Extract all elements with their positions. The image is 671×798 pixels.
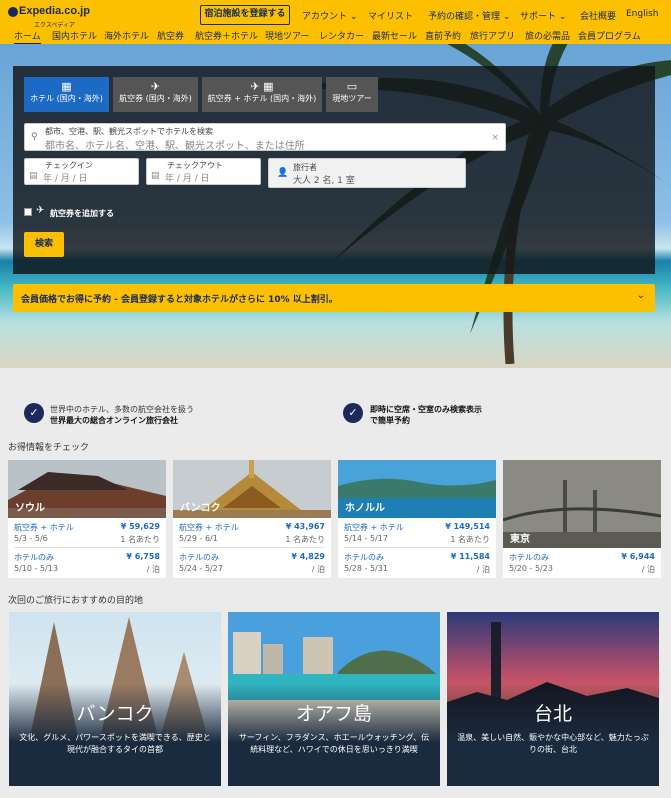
dest-card-taipei[interactable]: 台北 温泉、美しい自然、賑やかな中心部など、魅力たっぷりの街、台北 [447,612,659,786]
nav-support[interactable]: サポート ⌄ [520,9,566,22]
register-property-button[interactable]: 宿泊施設を登録する [200,5,290,25]
person-icon: 👤 [277,168,289,178]
secnav-domestic-hotels[interactable]: 国内ホテル [52,29,97,42]
secnav-last-minute[interactable]: 直前予約 [425,29,461,42]
chevron-down-icon: ⌄ [636,290,645,301]
secnav-essentials[interactable]: 旅の必需品 [525,29,570,42]
top-bar: Expedia.co.jp エクスペディア 宿泊施設を登録する アカウント ⌄ … [0,0,671,45]
plane-hotel-icon: ✈ ▦ [250,80,274,93]
add-flight-checkbox[interactable] [24,208,32,216]
secnav-flights[interactable]: 航空券 [157,29,184,42]
feature-2: 即時に空席・空室のみ検索表示 で簡単予約 [370,405,482,425]
check-icon: ✓ [343,403,363,423]
deal-card-honolulu[interactable]: ホノルル 航空券 + ホテル ¥ 149,514 5/14 - 5/17 1 名あた… [338,460,496,578]
member-price-banner[interactable]: 会員価格でお得に予約 - 会員登録すると対象ホテルがさらに 10% 以上割引。 … [13,284,655,312]
checkin-field[interactable]: チェックイン ▤ 年 / 月 / 日 [24,158,139,185]
travelers-field[interactable]: 👤 旅行者 大人 2 名, 1 室 [268,158,466,188]
tab-hotels[interactable]: ▦ ホテル (国内・海外) [24,77,109,112]
nav-english[interactable]: English [626,9,659,19]
secondary-nav: ホーム 国内ホテル 海外ホテル 航空券 航空券＋ホテル 現地ツアー レンタカー … [0,27,671,45]
tab-tours[interactable]: ▭ 現地ツアー [326,77,378,112]
deal-card-seoul[interactable]: ソウル 航空券 + ホテル ¥ 59,629 5/3 - 5/6 1 名あたり ホテ… [8,460,166,578]
feature-1: 世界中のホテル、多数の航空会社を扱う 世界最大の総合オンライン旅行会社 [50,405,194,425]
plane-icon: ✈ [36,205,45,216]
search-button[interactable]: 検索 [24,232,64,257]
secnav-app[interactable]: 旅行アプリ [470,29,515,42]
tab-flight-hotel[interactable]: ✈ ▦ 航空券 + ホテル (国内・海外) [202,77,322,112]
secnav-home[interactable]: ホーム [14,29,41,45]
nav-account[interactable]: アカウント ⌄ [302,9,357,22]
ticket-icon: ▭ [346,80,358,93]
deal-card-bangkok[interactable]: バンコク 航空券 + ホテル ¥ 43,967 5/29 - 6/1 1 名あたり … [173,460,331,578]
calendar-icon: ▤ [151,171,160,181]
tab-flights[interactable]: ✈ 航空券 (国内・海外) [113,77,198,112]
nav-my-list[interactable]: マイリスト [368,9,413,22]
add-flight-label: 航空券を追加する [50,209,114,218]
dest-card-oahu[interactable]: オアフ島 サーフィン、フラダンス、ホエールウォッチング、伝統料理など、ハワイでの… [228,612,440,786]
secnav-membership[interactable]: 会員プログラム [578,29,641,42]
calendar-icon: ▤ [29,171,38,181]
globe-icon [8,7,18,17]
deal-card-tokyo[interactable]: 東京 ホテルのみ ¥ 6,944 5/20 - 5/23/ 泊 [503,460,661,578]
check-icon: ✓ [24,403,44,423]
destination-input[interactable]: 都市、空港、駅、観光スポットでホテルを検索 都市名、ホテル名、空港、駅、観光スポ… [24,123,506,152]
plane-icon: ✈ [150,80,161,93]
clear-icon[interactable]: × [491,133,499,143]
dest-card-bangkok[interactable]: バンコク 文化、グルメ、パワースポットを満喫できる、歴史と現代が融合するタイの首… [9,612,221,786]
destinations-title: 次回のご旅行におすすめの目的地 [8,596,144,606]
secnav-flight-hotel[interactable]: 航空券＋ホテル [195,29,258,42]
nav-reservations[interactable]: 予約の確認・管理 ⌄ [428,9,510,22]
secnav-rental-car[interactable]: レンタカー [319,29,364,42]
secnav-sale[interactable]: 最新セール [372,29,417,42]
secnav-tours[interactable]: 現地ツアー [265,29,309,42]
hotel-icon: ▦ [61,80,72,93]
secnav-overseas-hotels[interactable]: 海外ホテル [104,29,149,42]
checkout-field[interactable]: チェックアウト ▤ 年 / 月 / 日 [146,158,261,185]
location-pin-icon: ⚲ [31,132,38,142]
deals-title: お得情報をチェック [8,443,90,453]
nav-company[interactable]: 会社概要 [580,9,616,22]
